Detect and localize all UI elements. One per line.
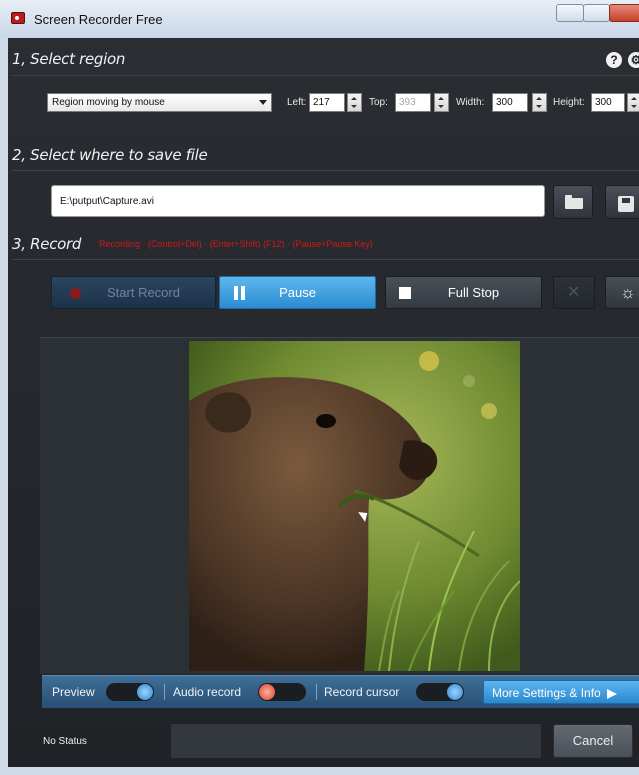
minimize-button[interactable] bbox=[556, 4, 584, 22]
top-input[interactable]: 393 bbox=[395, 93, 431, 112]
options-divider bbox=[164, 684, 165, 700]
browse-folder-button[interactable] bbox=[553, 185, 593, 219]
options-divider bbox=[316, 684, 317, 700]
section-select-region-title: 1, Select region bbox=[12, 50, 126, 68]
close-button[interactable] bbox=[609, 4, 639, 22]
section-record-title: 3, Record bbox=[12, 235, 82, 253]
section-divider bbox=[12, 75, 639, 76]
full-stop-button[interactable]: Full Stop bbox=[385, 276, 542, 309]
preview-image bbox=[189, 341, 520, 671]
top-stepper[interactable] bbox=[434, 93, 449, 112]
record-cursor-label: Record cursor bbox=[324, 685, 400, 699]
chevron-down-icon bbox=[259, 100, 267, 105]
preview-toggle[interactable] bbox=[106, 683, 154, 701]
settings-icon[interactable]: ⚙ bbox=[628, 52, 639, 68]
send-icon bbox=[606, 688, 617, 699]
maximize-button[interactable] bbox=[583, 4, 610, 22]
marmot-photo bbox=[189, 341, 520, 671]
record-status-text: Recording · (Control+Del) · (Enter+Shift… bbox=[99, 239, 373, 249]
pause-button[interactable]: Pause bbox=[219, 276, 376, 309]
left-input[interactable]: 217 bbox=[309, 93, 345, 112]
toggle-knob bbox=[447, 684, 463, 700]
save-as-button[interactable] bbox=[605, 185, 639, 219]
height-stepper[interactable] bbox=[627, 93, 639, 112]
pause-label: Pause bbox=[279, 285, 316, 300]
audio-record-toggle[interactable] bbox=[258, 683, 306, 701]
full-stop-label: Full Stop bbox=[447, 285, 500, 300]
section-divider bbox=[12, 259, 639, 260]
left-stepper[interactable] bbox=[347, 93, 362, 112]
region-mode-select[interactable]: Region moving by mouse bbox=[47, 93, 272, 112]
toggle-knob bbox=[259, 684, 275, 700]
pause-icon bbox=[234, 286, 246, 300]
client-area: 1, Select region ? ⚙ Region moving by mo… bbox=[8, 38, 639, 767]
preview-label: Preview bbox=[52, 685, 95, 699]
stop-icon bbox=[399, 287, 411, 299]
save-icon bbox=[618, 196, 634, 212]
brightness-button[interactable]: ☼ bbox=[605, 276, 639, 309]
height-label: Height: bbox=[553, 97, 585, 108]
cancel-button[interactable]: Cancel bbox=[553, 724, 633, 758]
top-label: Top: bbox=[369, 97, 388, 108]
tools-icon: ✕ bbox=[567, 284, 581, 301]
options-bar: Preview Audio record Record cursor More … bbox=[42, 675, 639, 708]
record-dot-icon bbox=[70, 288, 81, 299]
section-divider bbox=[12, 170, 639, 171]
preview-panel bbox=[40, 337, 639, 674]
region-mode-value: Region moving by mouse bbox=[52, 97, 165, 108]
record-cursor-toggle[interactable] bbox=[416, 683, 464, 701]
status-text: No Status bbox=[43, 736, 87, 747]
app-window: Screen Recorder Free 1, Select region ? … bbox=[0, 0, 639, 775]
title-bar: Screen Recorder Free bbox=[0, 0, 639, 38]
save-path-input[interactable]: E:\putput\Capture.avi bbox=[51, 185, 545, 217]
section-save-file-title: 2, Select where to save file bbox=[12, 146, 208, 164]
width-label: Width: bbox=[456, 97, 485, 108]
app-icon bbox=[11, 12, 25, 24]
more-settings-button[interactable]: More Settings & Info bbox=[483, 680, 639, 704]
more-settings-label: More Settings & Info bbox=[492, 686, 601, 700]
width-input[interactable]: 300 bbox=[492, 93, 528, 112]
folder-icon bbox=[565, 195, 583, 209]
start-record-button[interactable]: Start Record bbox=[51, 276, 216, 309]
width-stepper[interactable] bbox=[532, 93, 547, 112]
window-title: Screen Recorder Free bbox=[34, 12, 163, 27]
brightness-icon: ☼ bbox=[620, 283, 636, 302]
audio-record-label: Audio record bbox=[173, 685, 242, 699]
left-label: Left: bbox=[287, 97, 307, 108]
tools-button[interactable]: ✕ bbox=[553, 276, 595, 309]
status-field bbox=[171, 724, 541, 758]
toggle-knob bbox=[137, 684, 153, 700]
help-icon[interactable]: ? bbox=[606, 52, 622, 68]
height-input[interactable]: 300 bbox=[591, 93, 625, 112]
start-record-label: Start Record bbox=[107, 285, 180, 300]
